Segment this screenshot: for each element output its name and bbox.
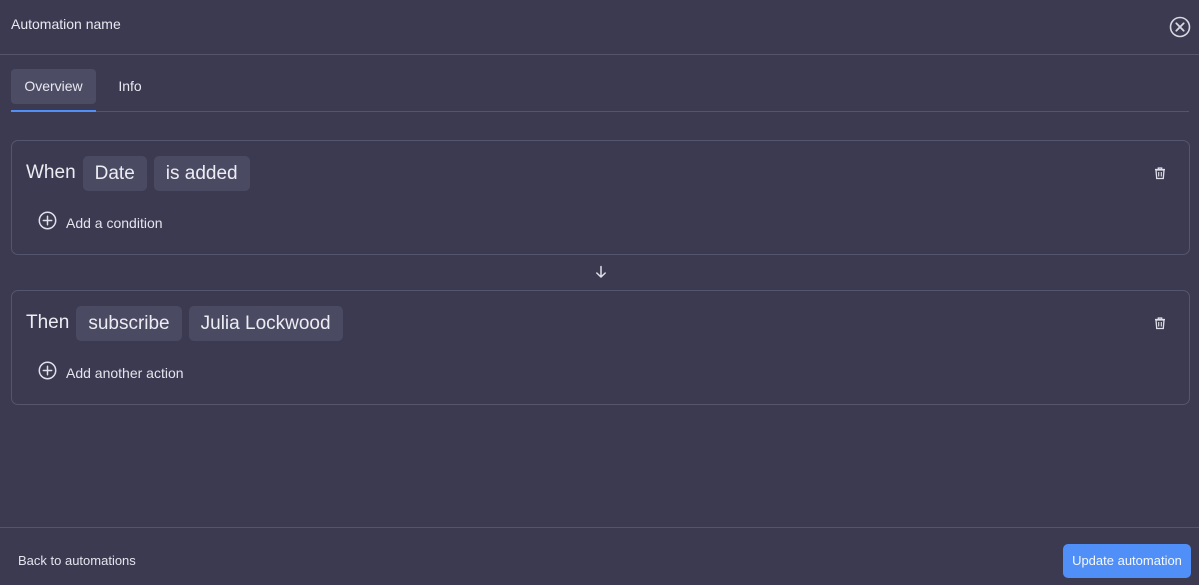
add-condition-button[interactable]: Add a condition xyxy=(38,211,163,235)
delete-trigger-trash-icon[interactable] xyxy=(1153,166,1167,180)
update-automation-button[interactable]: Update automation xyxy=(1063,544,1191,578)
close-icon[interactable] xyxy=(1169,16,1191,38)
action-card: Then subscribe Julia Lockwood Add anothe… xyxy=(11,290,1190,405)
back-to-automations-link[interactable]: Back to automations xyxy=(18,553,136,568)
action-sentence: Then subscribe Julia Lockwood xyxy=(26,305,343,341)
add-action-button[interactable]: Add another action xyxy=(38,361,184,385)
action-target-chip[interactable]: Julia Lockwood xyxy=(188,305,343,341)
header: Automation name xyxy=(0,0,1199,55)
active-tab-indicator xyxy=(11,110,96,112)
automation-editor: Automation name Overview Info When Date … xyxy=(0,0,1199,585)
trigger-sentence: When Date is added xyxy=(26,155,250,191)
add-action-label: Add another action xyxy=(66,365,184,381)
automation-name-title[interactable]: Automation name xyxy=(11,16,121,32)
plus-circle-icon xyxy=(38,211,57,235)
tab-overview[interactable]: Overview xyxy=(11,69,96,104)
tab-info[interactable]: Info xyxy=(107,69,153,104)
trigger-card: When Date is added Add a condition xyxy=(11,140,1190,255)
action-keyword: Then xyxy=(26,312,70,333)
arrow-down-icon xyxy=(594,265,608,279)
plus-circle-icon xyxy=(38,361,57,385)
trigger-keyword: When xyxy=(26,162,76,183)
add-condition-label: Add a condition xyxy=(66,215,163,231)
trigger-event-chip[interactable]: is added xyxy=(153,155,250,191)
action-type-chip[interactable]: subscribe xyxy=(76,305,182,341)
trigger-field-chip[interactable]: Date xyxy=(82,155,147,191)
footer: Back to automations Update automation xyxy=(0,527,1199,585)
tab-bar: Overview Info xyxy=(11,69,1189,112)
delete-action-trash-icon[interactable] xyxy=(1153,316,1167,330)
